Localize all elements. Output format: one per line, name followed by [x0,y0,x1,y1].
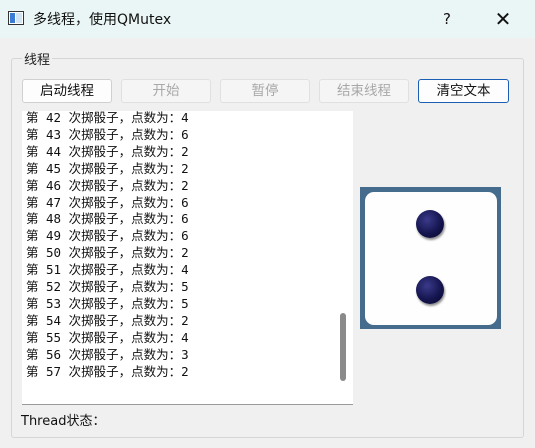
thread-status-label: Thread状态： [21,414,106,429]
log-textedit[interactable]: 第 42 次掷骰子，点数为：4 第 43 次掷骰子，点数为：6 第 44 次掷骰子，… [22,111,353,405]
log-line: 第 55 次掷骰子，点数为：4 [26,329,189,345]
log-line: 第 50 次掷骰子，点数为：2 [26,245,189,261]
groupbox-title: 线程 [22,49,53,68]
log-line: 第 47 次掷骰子，点数为：6 [26,194,189,210]
close-icon[interactable]: ✕ [488,5,518,33]
begin-button[interactable]: 开始 [121,79,211,103]
log-line: 第 52 次掷骰子，点数为：5 [26,279,189,295]
log-line: 第 45 次掷骰子，点数为：2 [26,160,189,176]
start-thread-button[interactable]: 启动线程 [22,79,112,103]
log-line: 第 56 次掷骰子，点数为：3 [26,346,189,362]
end-thread-button[interactable]: 结束线程 [319,79,409,103]
scrollbar-thumb[interactable] [340,313,346,381]
log-line: 第 46 次掷骰子，点数为：2 [26,177,189,193]
pause-button[interactable]: 暂停 [220,79,310,103]
clear-text-button[interactable]: 清空文本 [418,79,509,103]
log-line: 第 49 次掷骰子，点数为：6 [26,228,189,244]
dice-pip [416,210,444,238]
log-line: 第 51 次掷骰子，点数为：4 [26,262,189,278]
log-line: 第 57 次掷骰子，点数为：2 [26,363,189,379]
help-button[interactable]: ? [432,8,462,30]
log-lines: 第 42 次掷骰子，点数为：4 第 43 次掷骰子，点数为：6 第 44 次掷骰子，… [26,111,189,381]
log-line: 第 42 次掷骰子，点数为：4 [26,111,189,125]
dice-pip [416,276,444,304]
window-title: 多线程，使用QMutex [33,12,172,28]
log-line: 第 48 次掷骰子，点数为：6 [26,211,189,227]
log-line: 第 43 次掷骰子，点数为：6 [26,126,189,142]
title-bar: 多线程，使用QMutex ? ✕ [0,0,535,38]
dice-image [365,192,497,325]
log-line: 第 54 次掷骰子，点数为：2 [26,312,189,328]
log-line: 第 44 次掷骰子，点数为：2 [26,143,189,159]
window-icon [8,11,24,25]
log-line: 第 53 次掷骰子，点数为：5 [26,295,189,311]
